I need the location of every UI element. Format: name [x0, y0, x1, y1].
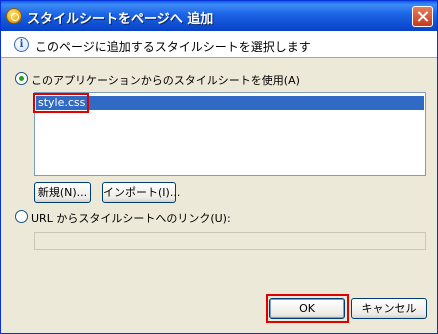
new-button[interactable]: 新規(N)...: [34, 182, 91, 203]
use-app-stylesheet-radio[interactable]: [15, 72, 28, 85]
url-input[interactable]: [34, 232, 426, 250]
link-url-label[interactable]: URL からスタイルシートへのリンク(U):: [31, 210, 231, 226]
cancel-button[interactable]: キャンセル: [351, 298, 427, 319]
app-icon: [6, 8, 22, 24]
info-banner: i このページに追加するスタイルシートを選択します: [1, 31, 437, 58]
link-url-radio[interactable]: [15, 210, 28, 223]
list-item[interactable]: style.css: [36, 96, 424, 110]
title-bar[interactable]: スタイルシートをページへ 追加: [1, 1, 437, 31]
info-icon: i: [14, 37, 29, 52]
stylesheet-list[interactable]: style.css: [34, 92, 426, 176]
window-title: スタイルシートをページへ 追加: [27, 12, 214, 27]
close-button[interactable]: [412, 6, 433, 27]
use-app-stylesheet-label[interactable]: このアプリケーションからのスタイルシートを使用(A): [31, 72, 300, 88]
banner-text: このページに追加するスタイルシートを選択します: [35, 40, 311, 54]
add-stylesheet-dialog: スタイルシートをページへ 追加 i このページに追加するスタイルシートを選択しま…: [0, 0, 438, 334]
highlight-box-ok: [266, 294, 349, 323]
import-button[interactable]: インポート(I)...: [102, 182, 180, 203]
highlight-box-stylesheet: [33, 93, 89, 113]
